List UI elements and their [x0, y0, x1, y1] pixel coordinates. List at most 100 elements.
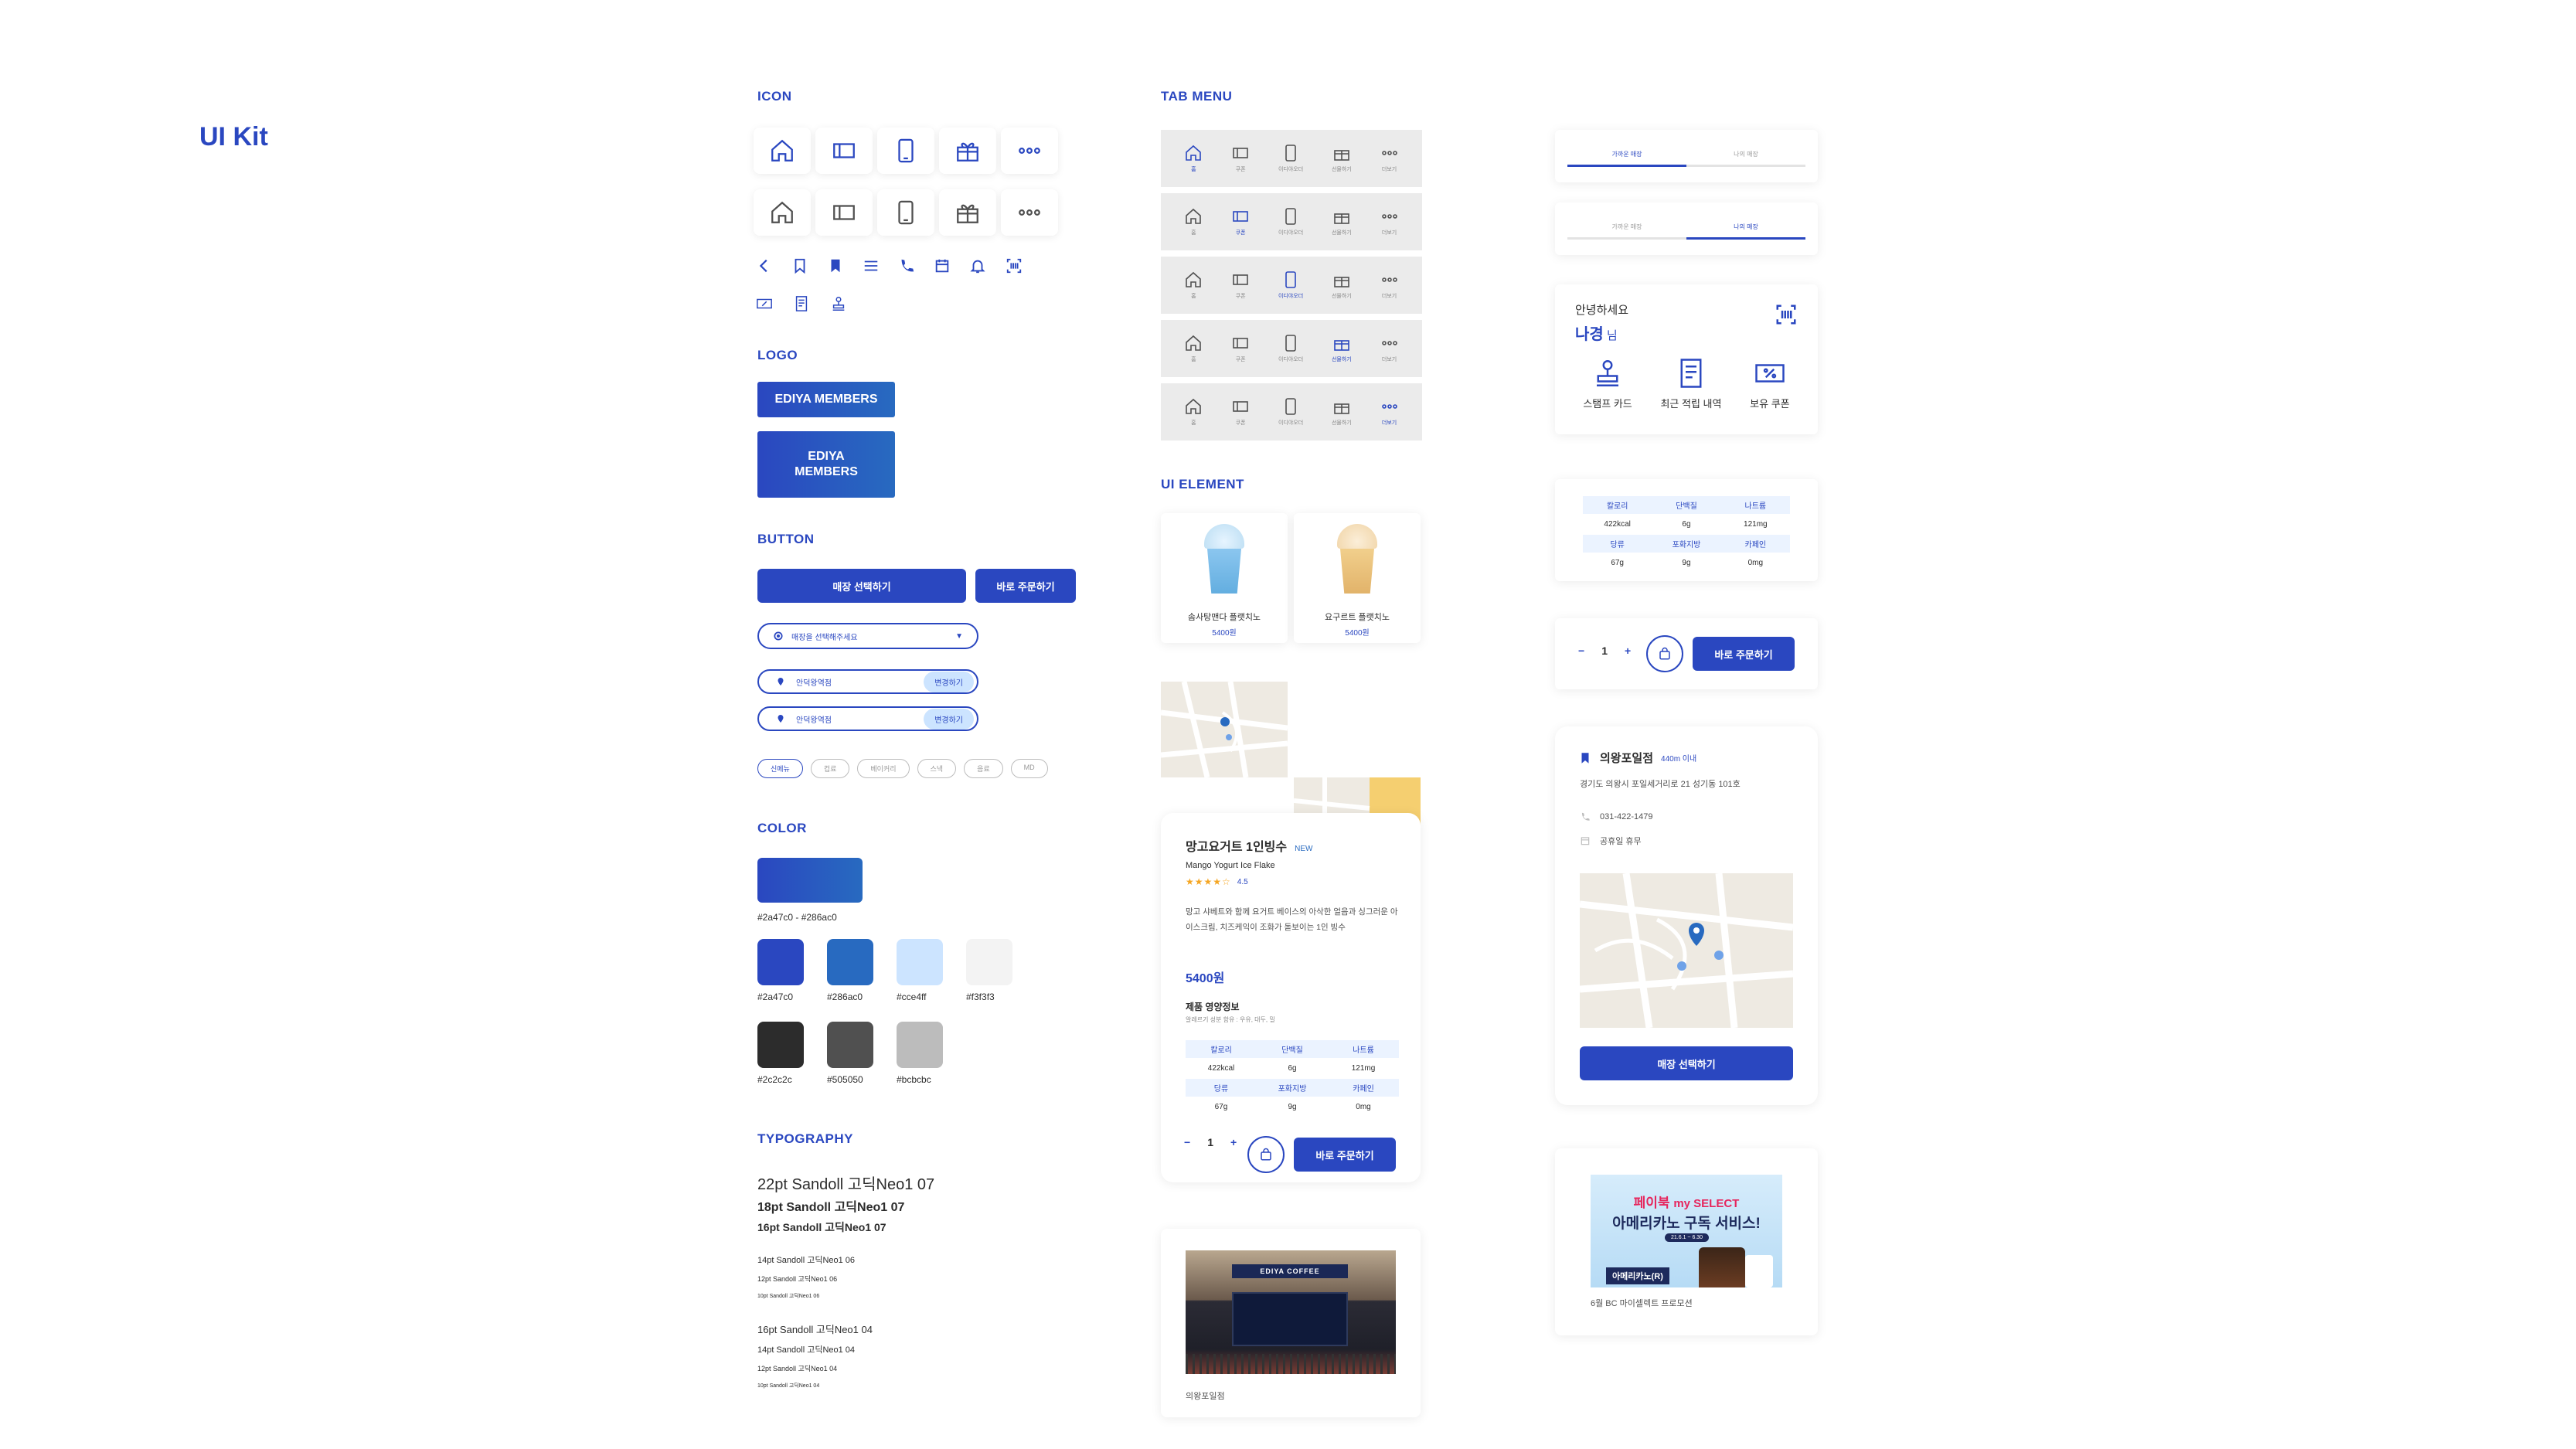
- tab-home[interactable]: 홈: [1184, 270, 1203, 300]
- tab-order[interactable]: 이디야오더: [1278, 207, 1303, 236]
- select-store-button[interactable]: 매장 선택하기: [1580, 1046, 1793, 1080]
- home-icon[interactable]: [754, 128, 811, 174]
- icon-row-dark: [754, 189, 1058, 236]
- tab-order[interactable]: 이디야오더: [1278, 334, 1303, 363]
- bookmark-icon[interactable]: [827, 257, 844, 274]
- store-photo: EDIYA COFFEE: [1186, 1250, 1396, 1374]
- calendar-icon[interactable]: [934, 257, 951, 274]
- back-icon[interactable]: [756, 257, 773, 274]
- map-thumbnail-1[interactable]: [1161, 682, 1288, 777]
- tab-more[interactable]: 더보기: [1380, 207, 1399, 236]
- order-now-button[interactable]: 바로 주문하기: [1294, 1138, 1396, 1172]
- phone-icon[interactable]: [877, 128, 934, 174]
- tab-order[interactable]: 이디야오더: [1278, 397, 1303, 427]
- tab-coupon[interactable]: 쿠폰: [1231, 334, 1250, 363]
- phone-icon[interactable]: [877, 189, 934, 236]
- swatch-label: #bcbcbc: [897, 1074, 931, 1085]
- small-icon-row: [756, 257, 1023, 274]
- tab-gift[interactable]: 선물하기: [1332, 334, 1352, 363]
- tab-coupon[interactable]: 쿠폰: [1231, 207, 1250, 236]
- chip-snack[interactable]: 스낵: [917, 759, 957, 778]
- more-icon[interactable]: [1001, 128, 1058, 174]
- tab-coupon[interactable]: 쿠폰: [1231, 144, 1250, 173]
- tab-more[interactable]: 더보기: [1380, 144, 1399, 173]
- minus-icon[interactable]: −: [1184, 1136, 1190, 1148]
- select-store-button[interactable]: 매장 선택하기: [757, 569, 966, 603]
- tab-more[interactable]: 더보기: [1380, 397, 1399, 427]
- chip-new-menu[interactable]: 신메뉴: [757, 759, 803, 778]
- tab-bar-home-active: 홈 쿠폰 이디야오더 선물하기 더보기: [1161, 130, 1422, 187]
- tab-more[interactable]: 더보기: [1380, 270, 1399, 300]
- stamp-icon[interactable]: [830, 295, 847, 312]
- greeting: 안녕하세요: [1575, 304, 1629, 317]
- store-name: 의왕포일점: [1600, 752, 1654, 765]
- gift-icon[interactable]: [939, 128, 996, 174]
- store-phone[interactable]: 031-422-1479: [1600, 812, 1653, 821]
- barcode-icon[interactable]: [1005, 257, 1023, 274]
- change-location-button[interactable]: 변경하기: [924, 671, 974, 692]
- coupon-icon[interactable]: [815, 128, 873, 174]
- tab-order[interactable]: 이디야오더: [1278, 270, 1303, 300]
- promo-headline: 아메리카노 구독 서비스!: [1612, 1216, 1761, 1232]
- tab-more[interactable]: 더보기: [1380, 334, 1399, 363]
- minus-icon[interactable]: −: [1578, 645, 1584, 657]
- more-icon[interactable]: [1001, 189, 1058, 236]
- receipt-icon[interactable]: [793, 295, 810, 312]
- bookmark-outline-icon[interactable]: [791, 257, 808, 274]
- chip-md[interactable]: MD: [1010, 759, 1048, 778]
- stamp-card-button[interactable]: 스탬프 카드: [1583, 357, 1632, 410]
- cart-button[interactable]: [1646, 635, 1683, 672]
- menu-card-1[interactable]: 솜사탕맨다 플랫치노 5400원: [1161, 513, 1288, 643]
- tab-home[interactable]: 홈: [1184, 144, 1203, 173]
- stamp-icon: [1597, 360, 1619, 386]
- barcode-icon[interactable]: [1773, 303, 1799, 326]
- tab-nearby-store[interactable]: 가까운 매장: [1567, 223, 1686, 240]
- tab-home[interactable]: 홈: [1184, 334, 1203, 363]
- plus-icon[interactable]: +: [1625, 645, 1631, 657]
- tab-gift[interactable]: 선물하기: [1332, 207, 1352, 236]
- chip-beverage[interactable]: 음료: [964, 759, 1003, 778]
- recent-points-button[interactable]: 최근 적립 내역: [1660, 357, 1721, 410]
- coffee-box-image: [1745, 1255, 1773, 1287]
- store-map[interactable]: [1580, 873, 1793, 1028]
- quantity-stepper[interactable]: − 1 +: [1184, 1136, 1237, 1148]
- tab-coupon[interactable]: 쿠폰: [1231, 397, 1250, 427]
- quantity-stepper[interactable]: − 1 +: [1578, 645, 1631, 657]
- tab-home[interactable]: 홈: [1184, 397, 1203, 427]
- menu-icon[interactable]: [863, 257, 880, 274]
- coupon-percent-icon[interactable]: [756, 295, 773, 312]
- home-icon[interactable]: [754, 189, 811, 236]
- tab-order[interactable]: 이디야오더: [1278, 144, 1303, 173]
- logo-stacked-line1: EDIYA: [808, 450, 845, 463]
- tab-home[interactable]: 홈: [1184, 207, 1203, 236]
- tab-nearby-store[interactable]: 가까운 매장: [1567, 150, 1686, 167]
- section-color-title: COLOR: [757, 821, 807, 835]
- chip-bakery[interactable]: 베이커리: [857, 759, 910, 778]
- chip-drink[interactable]: 컵료: [810, 759, 850, 778]
- call-icon[interactable]: [898, 257, 915, 274]
- coupon-icon[interactable]: [815, 189, 873, 236]
- tab-my-store[interactable]: 나의 매장: [1686, 150, 1805, 167]
- plus-icon[interactable]: +: [1230, 1136, 1237, 1148]
- tab-gift[interactable]: 선물하기: [1332, 270, 1352, 300]
- order-now-button[interactable]: 바로 주문하기: [1693, 637, 1795, 671]
- menu-card-2[interactable]: 요구르트 플랫치노 5400원: [1294, 513, 1421, 643]
- promo-banner: 페이북 my SELECT 아메리카노 구독 서비스! 21.6.1 ~ 6.3…: [1591, 1175, 1782, 1287]
- my-coupons-button[interactable]: 보유 쿠폰: [1750, 357, 1790, 410]
- promo-card[interactable]: 페이북 my SELECT 아메리카노 구독 서비스! 21.6.1 ~ 6.3…: [1555, 1148, 1818, 1335]
- tab-coupon[interactable]: 쿠폰: [1231, 270, 1250, 300]
- change-location-button[interactable]: 변경하기: [924, 708, 974, 730]
- bell-icon[interactable]: [969, 257, 986, 274]
- store-dropdown[interactable]: 매장을 선택해주세요 ▼: [757, 623, 978, 649]
- tab-gift[interactable]: 선물하기: [1332, 397, 1352, 427]
- gift-icon[interactable]: [939, 189, 996, 236]
- product-subtitle: Mango Yogurt Ice Flake: [1186, 861, 1275, 870]
- tab-gift[interactable]: 선물하기: [1332, 144, 1352, 173]
- bookmark-icon[interactable]: [1578, 750, 1592, 766]
- cart-button[interactable]: [1247, 1136, 1285, 1173]
- tab-my-store[interactable]: 나의 매장: [1686, 223, 1805, 240]
- store-photo-card[interactable]: EDIYA COFFEE 의왕포일점: [1161, 1229, 1421, 1417]
- store-sign: EDIYA COFFEE: [1232, 1264, 1348, 1278]
- store-toggle-tabs-2: 가까운 매장 나의 매장: [1555, 202, 1818, 255]
- order-now-button[interactable]: 바로 주문하기: [975, 569, 1076, 603]
